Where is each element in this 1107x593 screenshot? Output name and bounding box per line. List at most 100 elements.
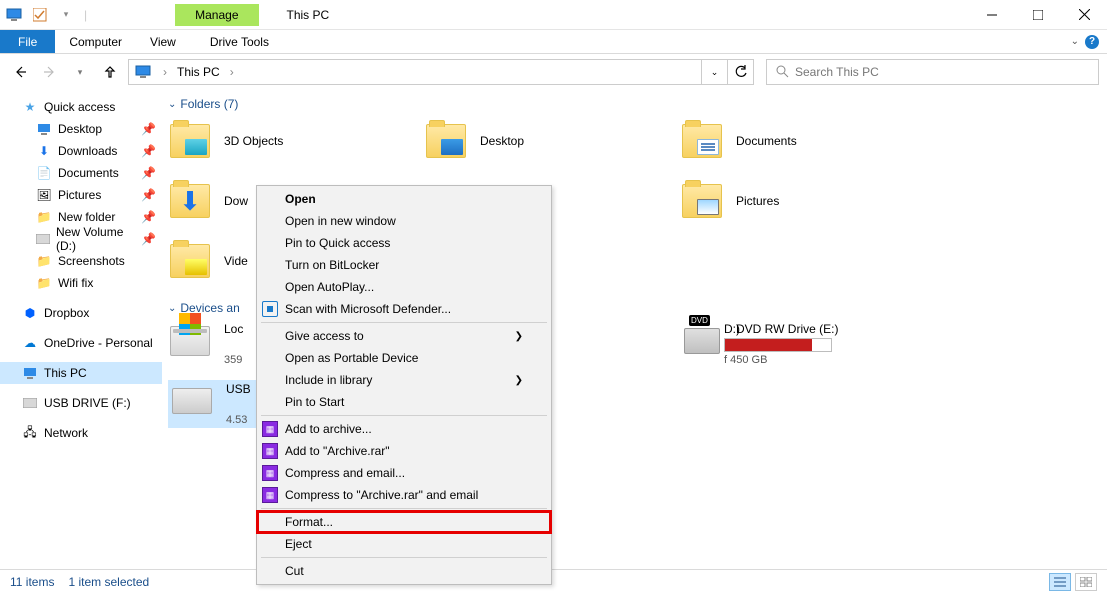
- pin-icon: 📌: [141, 122, 156, 136]
- refresh-button[interactable]: [727, 60, 753, 84]
- menu-give-access[interactable]: Give access to❯: [257, 325, 551, 347]
- ribbon-tabs: File Computer View Drive Tools ⌄ ?: [0, 30, 1107, 54]
- search-box[interactable]: [766, 59, 1099, 85]
- folder-icon: [168, 122, 212, 160]
- menu-format[interactable]: Format...: [257, 511, 551, 533]
- tree-label: Desktop: [58, 122, 102, 136]
- view-large-icons-button[interactable]: [1075, 573, 1097, 591]
- sidebar-usb-drive[interactable]: USB DRIVE (F:): [0, 392, 162, 414]
- folder-desktop[interactable]: Desktop: [424, 118, 680, 164]
- cloud-icon: ☁: [22, 335, 38, 351]
- folder-3d-objects[interactable]: 3D Objects: [168, 118, 424, 164]
- pin-icon: 📌: [141, 188, 156, 202]
- chevron-right-icon[interactable]: ›: [157, 65, 173, 79]
- drive-label: USB: [226, 382, 251, 396]
- drive-label: D:): [724, 322, 832, 336]
- computer-tab[interactable]: Computer: [55, 30, 136, 53]
- winrar-icon: [261, 464, 279, 482]
- folder-icon: [680, 182, 724, 220]
- menu-compress-email[interactable]: Compress and email...: [257, 462, 551, 484]
- section-header-folders[interactable]: ⌄ Folders (7): [168, 90, 1101, 118]
- title-bar: ▾ | Manage This PC: [0, 0, 1107, 30]
- document-icon: 📄: [36, 165, 52, 181]
- view-details-button[interactable]: [1049, 573, 1071, 591]
- sidebar-quick-access[interactable]: ★ Quick access: [0, 96, 162, 118]
- menu-label: Include in library: [285, 373, 372, 387]
- address-dropdown-button[interactable]: ⌄: [701, 60, 727, 84]
- sidebar-dropbox[interactable]: ⬢Dropbox: [0, 302, 162, 324]
- menu-compress-archive-email[interactable]: Compress to "Archive.rar" and email: [257, 484, 551, 506]
- sidebar-item-wifi-fix[interactable]: 📁Wifi fix: [0, 272, 162, 294]
- sidebar-item-new-volume[interactable]: New Volume (D:)📌: [0, 228, 162, 250]
- folder-documents[interactable]: Documents: [680, 118, 936, 164]
- view-tab[interactable]: View: [136, 30, 190, 53]
- sidebar-onedrive[interactable]: ☁OneDrive - Personal: [0, 332, 162, 354]
- forward-button[interactable]: [38, 60, 62, 84]
- breadcrumb-location[interactable]: This PC: [173, 65, 224, 79]
- menu-portable-device[interactable]: Open as Portable Device: [257, 347, 551, 369]
- usb-drive-icon: [22, 395, 38, 411]
- menu-include-library[interactable]: Include in library❯: [257, 369, 551, 391]
- picture-icon: 🖼: [36, 187, 52, 203]
- pc-monitor-icon: [22, 365, 38, 381]
- download-arrow-icon: ⬇: [36, 143, 52, 159]
- ribbon-expand-icon[interactable]: ⌄: [1071, 36, 1079, 47]
- winrar-icon: [261, 486, 279, 504]
- window-title: This PC: [287, 8, 330, 22]
- winrar-icon: [261, 420, 279, 438]
- sidebar-this-pc[interactable]: This PC: [0, 362, 162, 384]
- folder-label: 3D Objects: [224, 134, 283, 148]
- search-input[interactable]: [795, 65, 1090, 79]
- menu-cut[interactable]: Cut: [257, 560, 551, 582]
- menu-open[interactable]: Open: [257, 188, 551, 210]
- qat-dropdown-icon[interactable]: ▾: [58, 7, 74, 23]
- close-button[interactable]: [1061, 0, 1107, 30]
- dropbox-icon: ⬢: [22, 305, 38, 321]
- menu-bitlocker[interactable]: Turn on BitLocker: [257, 254, 551, 276]
- contextual-tab-manage[interactable]: Manage: [175, 4, 258, 26]
- section-title: Folders (7): [180, 97, 238, 111]
- help-icon[interactable]: ?: [1085, 35, 1099, 49]
- sidebar-item-screenshots[interactable]: 📁Screenshots: [0, 250, 162, 272]
- menu-pin-start[interactable]: Pin to Start: [257, 391, 551, 413]
- sidebar-item-documents[interactable]: 📄Documents📌: [0, 162, 162, 184]
- sidebar-network[interactable]: 🖧Network: [0, 422, 162, 444]
- chevron-right-icon[interactable]: ›: [224, 65, 240, 79]
- drive-subtext: 359: [224, 354, 244, 366]
- status-selection-count: 1 item selected: [68, 575, 149, 589]
- drive-subtext: 4.53: [226, 414, 251, 426]
- drive-label: Loc: [224, 322, 244, 336]
- back-button[interactable]: [8, 60, 32, 84]
- menu-open-new-window[interactable]: Open in new window: [257, 210, 551, 232]
- maximize-button[interactable]: [1015, 0, 1061, 30]
- folder-label: Desktop: [480, 134, 524, 148]
- folder-pictures[interactable]: Pictures: [680, 178, 936, 224]
- menu-autoplay[interactable]: Open AutoPlay...: [257, 276, 551, 298]
- sidebar-item-pictures[interactable]: 🖼Pictures📌: [0, 184, 162, 206]
- menu-pin-quick-access[interactable]: Pin to Quick access: [257, 232, 551, 254]
- minimize-button[interactable]: [969, 0, 1015, 30]
- drive-tools-tab[interactable]: Drive Tools: [196, 30, 283, 53]
- search-icon: [775, 64, 789, 81]
- folder-label: Pictures: [736, 194, 779, 208]
- tree-label: New folder: [58, 210, 115, 224]
- navigation-pane: ★ Quick access Desktop 📌 ⬇Downloads📌 📄Doc…: [0, 90, 162, 569]
- menu-label: Scan with Microsoft Defender...: [285, 302, 451, 316]
- up-button[interactable]: [98, 60, 122, 84]
- menu-add-archive-rar[interactable]: Add to "Archive.rar": [257, 440, 551, 462]
- menu-eject[interactable]: Eject: [257, 533, 551, 555]
- recent-locations-dropdown[interactable]: ▾: [68, 60, 92, 84]
- address-bar[interactable]: › This PC › ⌄: [128, 59, 754, 85]
- defender-icon: [261, 300, 279, 318]
- file-tab[interactable]: File: [0, 30, 55, 53]
- checkbox-checked-icon[interactable]: [32, 7, 48, 23]
- menu-defender[interactable]: Scan with Microsoft Defender...: [257, 298, 551, 320]
- folder-icon: [424, 122, 468, 160]
- menu-add-archive[interactable]: Add to archive...: [257, 418, 551, 440]
- network-icon: 🖧: [22, 425, 38, 441]
- folder-icon: 📁: [36, 209, 52, 225]
- tree-label: New Volume (D:): [56, 225, 135, 253]
- chevron-down-icon: ⌄: [168, 99, 176, 110]
- sidebar-item-downloads[interactable]: ⬇Downloads📌: [0, 140, 162, 162]
- sidebar-item-desktop[interactable]: Desktop 📌: [0, 118, 162, 140]
